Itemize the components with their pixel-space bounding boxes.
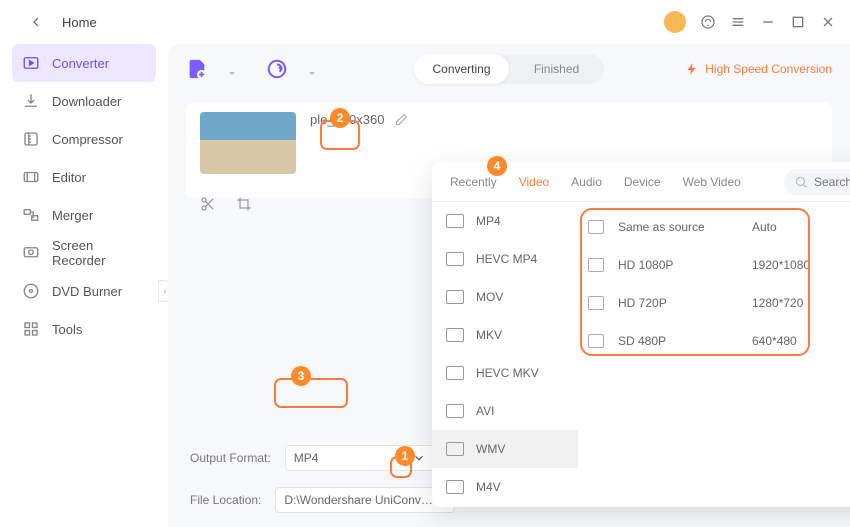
sidebar-item-label: Compressor — [52, 132, 123, 147]
resolution-item[interactable]: HD 720P1280*720 — [588, 284, 850, 322]
format-icon — [446, 404, 464, 418]
sidebar-item-tools[interactable]: Tools — [12, 310, 156, 348]
format-m4v[interactable]: M4V — [432, 468, 578, 506]
sidebar-item-merger[interactable]: Merger — [12, 196, 156, 234]
sidebar-item-label: Screen Recorder — [52, 238, 146, 268]
lightning-icon — [685, 62, 699, 76]
badge-2: 2 — [330, 108, 350, 128]
format-icon — [446, 442, 464, 456]
sidebar-item-screen-recorder[interactable]: Screen Recorder — [12, 234, 156, 272]
format-icon — [446, 252, 464, 266]
format-icon — [446, 366, 464, 380]
download-icon — [22, 92, 40, 110]
tab-audio[interactable]: Audio — [571, 162, 602, 202]
sidebar-item-label: Tools — [52, 322, 82, 337]
editor-icon — [22, 168, 40, 186]
video-thumbnail[interactable] — [200, 112, 296, 174]
badge-4: 4 — [487, 156, 507, 176]
high-speed-link[interactable]: High Speed Conversion — [685, 62, 832, 76]
edit-name-icon[interactable] — [394, 112, 409, 127]
support-icon[interactable] — [700, 14, 716, 30]
merger-icon — [22, 206, 40, 224]
tab-web-video[interactable]: Web Video — [683, 162, 741, 202]
format-wmv[interactable]: WMV — [432, 430, 578, 468]
resolution-icon — [588, 334, 604, 348]
format-icon — [446, 328, 464, 342]
format-mp4[interactable]: MP4 — [432, 202, 578, 240]
maximize-icon[interactable] — [790, 14, 806, 30]
crop-icon[interactable] — [236, 196, 252, 212]
avatar[interactable] — [664, 11, 686, 33]
resolution-item[interactable]: Same as sourceAuto — [588, 208, 850, 246]
badge-1: 1 — [395, 446, 415, 466]
tab-device[interactable]: Device — [624, 162, 661, 202]
format-mkv[interactable]: MKV — [432, 316, 578, 354]
resolution-item[interactable]: SD 480P640*480 — [588, 322, 850, 360]
format-panel: Recently Video Audio Device Web Video MP… — [432, 162, 850, 507]
sidebar-item-label: Merger — [52, 208, 93, 223]
search-field[interactable] — [814, 175, 850, 189]
converter-icon — [22, 54, 40, 72]
sidebar-item-editor[interactable]: Editor — [12, 158, 156, 196]
wmv-highlight — [274, 378, 348, 408]
format-hevc-mp4[interactable]: HEVC MP4 — [432, 240, 578, 278]
format-icon — [446, 214, 464, 228]
resolution-list: Same as sourceAutoHD 1080P1920*1080HD 72… — [578, 202, 850, 507]
resolution-icon — [588, 258, 604, 272]
file-location-label: File Location: — [190, 493, 261, 507]
search-icon — [794, 175, 808, 189]
format-avi[interactable]: AVI — [432, 392, 578, 430]
format-icon — [446, 480, 464, 494]
tab-converting[interactable]: Converting — [414, 54, 509, 84]
dvd-icon — [22, 282, 40, 300]
menu-icon[interactable] — [730, 14, 746, 30]
chevron-down-icon[interactable] — [228, 65, 236, 73]
format-hevc-mkv[interactable]: HEVC MKV — [432, 354, 578, 392]
add-folder-icon[interactable] — [266, 58, 288, 80]
resolution-item[interactable]: HD 1080P1920*1080 — [588, 246, 850, 284]
minimize-icon[interactable] — [760, 14, 776, 30]
sidebar-item-label: DVD Burner — [52, 284, 122, 299]
output-format-label: Output Format: — [190, 451, 271, 465]
sidebar-item-label: Editor — [52, 170, 86, 185]
sidebar-item-label: Converter — [52, 56, 109, 71]
sidebar-item-converter[interactable]: Converter — [12, 44, 156, 82]
sidebar-item-compressor[interactable]: Compressor — [12, 120, 156, 158]
back-icon[interactable] — [28, 14, 44, 30]
tab-video[interactable]: Video — [519, 162, 549, 202]
resolution-icon — [588, 220, 604, 234]
sidebar-item-dvd-burner[interactable]: DVD Burner — [12, 272, 156, 310]
format-icon — [446, 290, 464, 304]
page-title: Home — [62, 15, 97, 30]
format-list: MP4HEVC MP4MOVMKVHEVC MKVAVIWMVM4V — [432, 202, 578, 507]
sidebar-item-label: Downloader — [52, 94, 121, 109]
file-location-select[interactable]: D:\Wondershare UniConverter 1 — [275, 487, 455, 513]
badge-3: 3 — [291, 366, 311, 386]
chevron-down-icon[interactable] — [308, 65, 316, 73]
resolution-icon — [588, 296, 604, 310]
status-segment: Converting Finished — [414, 54, 604, 84]
compress-icon — [22, 130, 40, 148]
search-input[interactable] — [784, 169, 850, 195]
close-icon[interactable] — [820, 14, 836, 30]
sidebar-item-downloader[interactable]: Downloader — [12, 82, 156, 120]
sidebar: Converter Downloader Compressor Editor M… — [0, 44, 168, 527]
format-mov[interactable]: MOV — [432, 278, 578, 316]
tab-finished[interactable]: Finished — [509, 54, 604, 84]
tools-icon — [22, 320, 40, 338]
recorder-icon — [22, 244, 40, 262]
add-file-icon[interactable] — [186, 58, 208, 80]
trim-icon[interactable] — [200, 196, 216, 212]
